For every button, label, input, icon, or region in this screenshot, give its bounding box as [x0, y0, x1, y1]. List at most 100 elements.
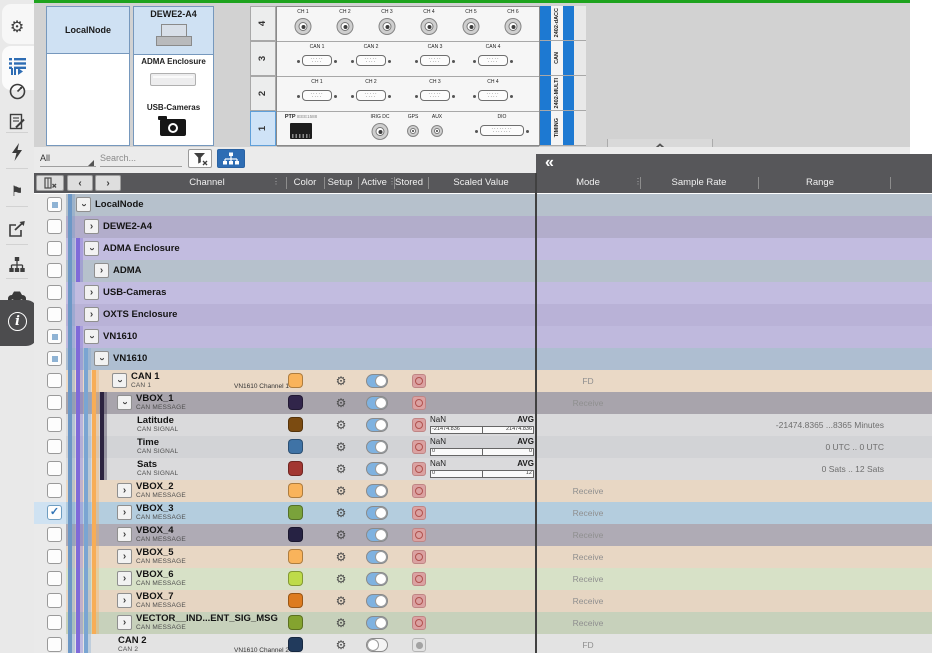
table-row[interactable]: ›CAN 1CAN 1VN1610 Channel 1⚙FD — [34, 370, 932, 392]
slot-number-2[interactable]: 2 — [250, 76, 276, 111]
row-checkbox[interactable] — [47, 527, 62, 542]
expand-arrow[interactable]: › — [117, 483, 132, 498]
expand-arrow[interactable]: › — [117, 615, 132, 630]
active-toggle[interactable] — [366, 594, 388, 608]
row-checkbox[interactable] — [47, 417, 62, 432]
stored-record-button[interactable] — [412, 440, 426, 454]
setup-gear-icon[interactable]: ⚙ — [333, 373, 349, 389]
header-channel[interactable]: Channel — [122, 177, 292, 188]
setup-gear-icon[interactable]: ⚙ — [333, 637, 349, 653]
stored-record-button[interactable] — [412, 374, 426, 388]
active-toggle[interactable] — [366, 550, 388, 564]
expand-arrow[interactable]: › — [94, 263, 109, 278]
color-swatch[interactable] — [288, 461, 303, 476]
row-checkbox[interactable] — [47, 307, 62, 322]
header-mode[interactable]: Mode — [538, 177, 638, 188]
search-input[interactable]: Search... — [100, 150, 182, 167]
table-row[interactable]: ›VBOX_6CAN MESSAGE⚙Receive — [34, 568, 932, 590]
stored-record-button[interactable] — [412, 418, 426, 432]
expand-arrow[interactable]: › — [112, 373, 127, 388]
row-checkbox[interactable] — [47, 373, 62, 388]
color-swatch[interactable] — [288, 549, 303, 564]
table-row[interactable]: ›VN1610 — [34, 348, 932, 370]
active-toggle[interactable] — [366, 484, 388, 498]
active-toggle[interactable] — [366, 572, 388, 586]
table-row[interactable]: ›VBOX_5CAN MESSAGE⚙Receive — [34, 546, 932, 568]
expand-arrow[interactable]: › — [84, 241, 99, 256]
expand-arrow[interactable]: › — [117, 571, 132, 586]
row-checkbox[interactable] — [47, 241, 62, 256]
stored-record-button[interactable] — [412, 484, 426, 498]
table-row[interactable]: ›VBOX_7CAN MESSAGE⚙Receive — [34, 590, 932, 612]
prev-column-button[interactable]: ‹ — [67, 175, 93, 191]
active-toggle[interactable] — [366, 418, 388, 432]
row-checkbox[interactable] — [47, 615, 62, 630]
clear-filter-button[interactable] — [188, 149, 212, 168]
row-checkbox[interactable] — [47, 285, 62, 300]
setup-gear-icon[interactable]: ⚙ — [333, 527, 349, 543]
table-row[interactable]: TimeCAN SIGNAL⚙NaNAVG000 UTC .. 0 UTC — [34, 436, 932, 458]
marker-flag-icon[interactable]: ⚑ — [0, 178, 34, 204]
stored-record-button[interactable] — [412, 550, 426, 564]
trigger-bolt-icon[interactable] — [0, 139, 34, 165]
active-toggle[interactable] — [366, 462, 388, 476]
table-row[interactable]: ›VBOX_1CAN MESSAGE⚙Receive — [34, 392, 932, 414]
color-swatch[interactable] — [288, 483, 303, 498]
table-row[interactable]: ›LocalNode — [34, 194, 932, 216]
color-swatch[interactable] — [288, 373, 303, 388]
topology-view-button[interactable] — [217, 149, 245, 168]
header-scaled-value[interactable]: Scaled Value — [426, 177, 536, 188]
header-setup[interactable]: Setup — [324, 177, 356, 188]
collapse-panel-button[interactable]: « — [545, 154, 554, 172]
table-row[interactable]: ›USB-Cameras — [34, 282, 932, 304]
table-row[interactable]: ›DEWE2-A4 — [34, 216, 932, 238]
setup-gear-icon[interactable]: ⚙ — [333, 395, 349, 411]
stored-record-button[interactable] — [412, 616, 426, 630]
row-checkbox[interactable] — [47, 549, 62, 564]
setup-gear-icon[interactable]: ⚙ — [333, 483, 349, 499]
expand-arrow[interactable]: › — [117, 505, 132, 520]
color-swatch[interactable] — [288, 615, 303, 630]
row-checkbox[interactable] — [47, 263, 62, 278]
header-color[interactable]: Color — [288, 177, 322, 188]
table-row[interactable]: LatitudeCAN SIGNAL⚙NaNAVG-21474.83621474… — [34, 414, 932, 436]
expand-arrow[interactable]: › — [117, 395, 132, 410]
row-checkbox[interactable] — [47, 351, 62, 366]
table-row[interactable]: ✓›VBOX_3CAN MESSAGE⚙Receive — [34, 502, 932, 524]
header-range[interactable]: Range — [760, 177, 880, 188]
header-active[interactable]: Active — [358, 177, 390, 188]
active-toggle[interactable] — [366, 440, 388, 454]
row-checkbox[interactable] — [47, 395, 62, 410]
table-row[interactable]: ›VBOX_4CAN MESSAGE⚙Receive — [34, 524, 932, 546]
slot-number-1[interactable]: 1 — [250, 111, 276, 146]
usb-cameras-label[interactable]: USB-Cameras — [134, 103, 213, 112]
expand-arrow[interactable]: › — [117, 549, 132, 564]
color-swatch[interactable] — [288, 637, 303, 652]
table-row[interactable]: ›OXTS Enclosure — [34, 304, 932, 326]
color-swatch[interactable] — [288, 417, 303, 432]
hide-column-button[interactable] — [36, 175, 64, 191]
setup-gear-icon[interactable]: ⚙ — [333, 505, 349, 521]
slot-number-4[interactable]: 4 — [250, 6, 276, 41]
settings-gear-icon[interactable]: ⚙ — [0, 14, 34, 40]
expand-arrow[interactable]: › — [84, 285, 99, 300]
row-checkbox[interactable] — [47, 571, 62, 586]
active-toggle[interactable] — [366, 374, 388, 388]
expand-arrow[interactable]: › — [84, 329, 99, 344]
measure-gauge-icon[interactable] — [0, 78, 34, 104]
row-checkbox[interactable] — [47, 593, 62, 608]
network-icon[interactable] — [0, 252, 34, 278]
row-checkbox[interactable] — [47, 329, 62, 344]
setup-gear-icon[interactable]: ⚙ — [333, 549, 349, 565]
table-row[interactable]: ›VECTOR__IND...ENT_SIG_MSGCAN MESSAGE⚙Re… — [34, 612, 932, 634]
setup-gear-icon[interactable]: ⚙ — [333, 571, 349, 587]
expand-arrow[interactable]: › — [117, 527, 132, 542]
table-row[interactable]: ›VBOX_2CAN MESSAGE⚙Receive — [34, 480, 932, 502]
color-swatch[interactable] — [288, 571, 303, 586]
report-icon[interactable] — [0, 108, 34, 134]
setup-gear-icon[interactable]: ⚙ — [333, 439, 349, 455]
expand-arrow[interactable]: › — [84, 307, 99, 322]
setup-gear-icon[interactable]: ⚙ — [333, 461, 349, 477]
setup-gear-icon[interactable]: ⚙ — [333, 417, 349, 433]
color-swatch[interactable] — [288, 505, 303, 520]
